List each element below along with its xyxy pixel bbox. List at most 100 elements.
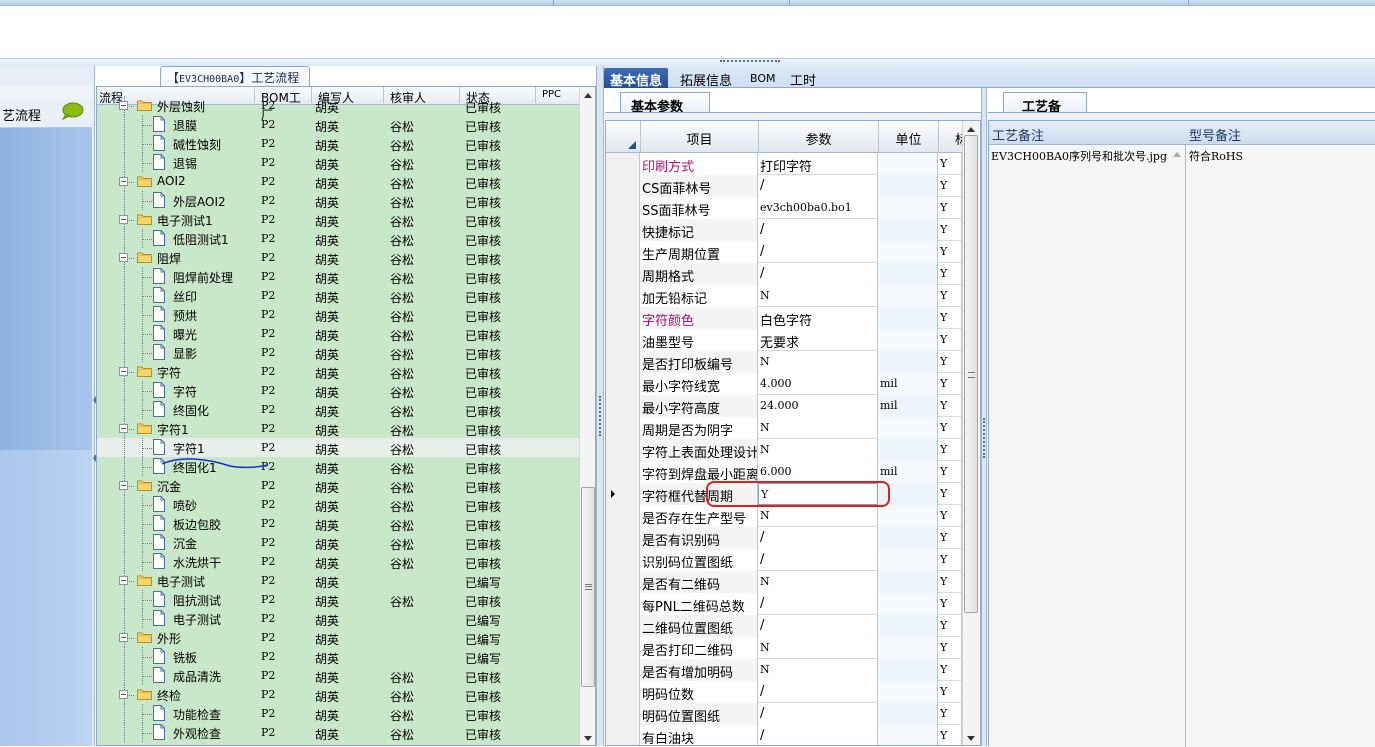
param-flag-cell[interactable]: Y bbox=[938, 329, 962, 351]
param-row[interactable]: 是否有增加明码 N Y bbox=[606, 659, 964, 681]
tree-row[interactable]: − 阻焊 P2 胡英 谷松 已审核 bbox=[97, 248, 579, 267]
tree-row[interactable]: 退锡 P2 胡英 谷松 已审核 bbox=[97, 153, 579, 172]
tree-row[interactable]: 沉金 P2 胡英 谷松 已审核 bbox=[97, 533, 579, 552]
param-value-cell[interactable]: N bbox=[758, 439, 878, 461]
param-unit-cell[interactable] bbox=[878, 637, 938, 659]
tree-row[interactable]: − 外层蚀刻 P2 胡英 已审核 bbox=[97, 96, 579, 115]
row-indicator[interactable] bbox=[606, 505, 640, 527]
row-indicator[interactable] bbox=[606, 593, 640, 615]
param-unit-cell[interactable] bbox=[878, 593, 938, 615]
param-unit-cell[interactable] bbox=[878, 285, 938, 307]
collapse-toggle-icon[interactable]: − bbox=[119, 253, 128, 262]
param-value-cell[interactable]: N bbox=[758, 637, 878, 659]
param-value-cell[interactable]: N bbox=[758, 351, 878, 373]
params-scrollbar[interactable] bbox=[962, 121, 979, 745]
param-row[interactable]: 识别码位置图纸 / Y bbox=[606, 549, 964, 571]
param-value-cell[interactable]: / bbox=[758, 593, 878, 615]
param-row[interactable]: 最小字符高度 24.000 mil Y bbox=[606, 395, 964, 417]
param-row[interactable]: 是否有二维码 N Y bbox=[606, 571, 964, 593]
param-row[interactable]: 每PNL二维码总数 / Y bbox=[606, 593, 964, 615]
param-row[interactable]: CS面菲林号 / Y bbox=[606, 175, 964, 197]
param-value-cell[interactable]: N bbox=[758, 417, 878, 439]
tree-row[interactable]: 外观检查 P2 胡英 谷松 已审核 bbox=[97, 723, 579, 742]
param-flag-cell[interactable]: Y bbox=[938, 483, 962, 505]
row-indicator[interactable] bbox=[606, 153, 640, 175]
tree-row[interactable]: 功能检查 P2 胡英 谷松 已审核 bbox=[97, 704, 579, 723]
param-row[interactable]: 有白油块 / Y bbox=[606, 725, 964, 745]
param-value-cell[interactable]: / bbox=[758, 725, 878, 745]
param-unit-cell[interactable] bbox=[878, 659, 938, 681]
param-flag-cell[interactable]: Y bbox=[938, 395, 962, 417]
row-indicator[interactable] bbox=[606, 483, 640, 505]
param-row[interactable]: 字符到焊盘最小距离 6.000 mil Y bbox=[606, 461, 964, 483]
tab-work-hours[interactable]: 工时 bbox=[784, 68, 822, 89]
param-row[interactable]: SS面菲林号 ev3ch00ba0.bo1 Y bbox=[606, 197, 964, 219]
param-unit-cell[interactable] bbox=[878, 197, 938, 219]
param-flag-cell[interactable]: Y bbox=[938, 681, 962, 703]
collapse-toggle-icon[interactable]: − bbox=[119, 633, 128, 642]
param-value-cell[interactable]: N bbox=[758, 285, 878, 307]
collapse-toggle-icon[interactable]: − bbox=[119, 424, 128, 433]
param-flag-cell[interactable]: Y bbox=[938, 637, 962, 659]
tree-row[interactable]: − 外形 P2 胡英 已编写 bbox=[97, 628, 579, 647]
tree-row[interactable]: 喷砂 P2 胡英 谷松 已审核 bbox=[97, 495, 579, 514]
param-unit-cell[interactable] bbox=[878, 351, 938, 373]
tab-bom[interactable]: BOM bbox=[744, 68, 782, 88]
param-value-cell[interactable]: N bbox=[758, 505, 878, 527]
tab-process-notes[interactable]: 工艺备注 bbox=[1003, 92, 1087, 134]
vertical-splitter[interactable] bbox=[596, 66, 604, 746]
scroll-thumb[interactable] bbox=[964, 135, 978, 613]
param-flag-cell[interactable]: Y bbox=[938, 703, 962, 725]
row-indicator[interactable] bbox=[606, 571, 640, 593]
param-flag-cell[interactable]: Y bbox=[938, 593, 962, 615]
param-unit-cell[interactable] bbox=[878, 703, 938, 725]
param-row[interactable]: 印刷方式 打印字符 Y bbox=[606, 153, 964, 175]
tree-row[interactable]: − 电子测试 P2 胡英 已编写 bbox=[97, 571, 579, 590]
row-indicator[interactable] bbox=[606, 681, 640, 703]
tree-row[interactable]: 字符 P2 胡英 谷松 已审核 bbox=[97, 381, 579, 400]
param-value-cell[interactable]: N bbox=[758, 659, 878, 681]
param-unit-cell[interactable] bbox=[878, 219, 938, 241]
tree-row[interactable]: 外层AOI2 P2 胡英 谷松 已审核 bbox=[97, 191, 579, 210]
horizontal-splitter[interactable] bbox=[0, 58, 1375, 66]
tree-row[interactable]: 电子测试 P2 胡英 已编写 bbox=[97, 609, 579, 628]
col-header-unit[interactable]: 单位 bbox=[878, 121, 938, 153]
scroll-down-icon[interactable] bbox=[967, 736, 975, 741]
row-indicator[interactable] bbox=[606, 703, 640, 725]
param-flag-cell[interactable]: Y bbox=[938, 241, 962, 263]
tree-row[interactable]: 曝光 P2 胡英 谷松 已审核 bbox=[97, 324, 579, 343]
row-indicator[interactable] bbox=[606, 285, 640, 307]
param-value-cell[interactable]: 6.000 bbox=[758, 461, 878, 483]
param-row[interactable]: 油墨型号 无要求 Y bbox=[606, 329, 964, 351]
param-flag-cell[interactable]: Y bbox=[938, 307, 962, 329]
tree-row[interactable]: 字符1 P2 胡英 谷松 已审核 bbox=[97, 438, 579, 457]
tree-row[interactable]: 铣板 P2 胡英 已编写 bbox=[97, 647, 579, 666]
tree-row[interactable]: 阻焊前处理 P2 胡英 谷松 已审核 bbox=[97, 267, 579, 286]
param-row[interactable]: 字符颜色 白色字符 Y bbox=[606, 307, 964, 329]
param-unit-cell[interactable]: mil bbox=[878, 461, 938, 483]
param-row[interactable]: 二维码位置图纸 / Y bbox=[606, 615, 964, 637]
param-value-cell[interactable]: / bbox=[758, 681, 878, 703]
param-flag-cell[interactable]: Y bbox=[938, 439, 962, 461]
param-value-cell[interactable]: 打印字符 bbox=[758, 153, 878, 175]
param-value-cell[interactable]: Y bbox=[758, 483, 878, 505]
row-indicator[interactable] bbox=[606, 351, 640, 373]
row-indicator[interactable] bbox=[606, 461, 640, 483]
col-header-model-notes[interactable]: 型号备注 bbox=[1189, 125, 1241, 144]
collapse-toggle-icon[interactable]: − bbox=[119, 576, 128, 585]
row-indicator[interactable] bbox=[606, 637, 640, 659]
tree-row[interactable]: 退膜 P2 胡英 谷松 已审核 bbox=[97, 115, 579, 134]
param-row[interactable]: 是否打印板编号 N Y bbox=[606, 351, 964, 373]
param-unit-cell[interactable] bbox=[878, 549, 938, 571]
scroll-up-icon[interactable] bbox=[584, 93, 592, 98]
param-flag-cell[interactable]: Y bbox=[938, 505, 962, 527]
param-row[interactable]: 快捷标记 / Y bbox=[606, 219, 964, 241]
row-indicator[interactable] bbox=[606, 241, 640, 263]
param-unit-cell[interactable] bbox=[878, 439, 938, 461]
collapse-toggle-icon[interactable]: − bbox=[119, 177, 128, 186]
param-flag-cell[interactable]: Y bbox=[938, 263, 962, 285]
tree-row[interactable]: 低阻测试1 P2 胡英 谷松 已审核 bbox=[97, 229, 579, 248]
tree-row[interactable]: 预烘 P2 胡英 谷松 已审核 bbox=[97, 305, 579, 324]
row-indicator[interactable] bbox=[606, 417, 640, 439]
scroll-thumb[interactable] bbox=[581, 487, 595, 687]
